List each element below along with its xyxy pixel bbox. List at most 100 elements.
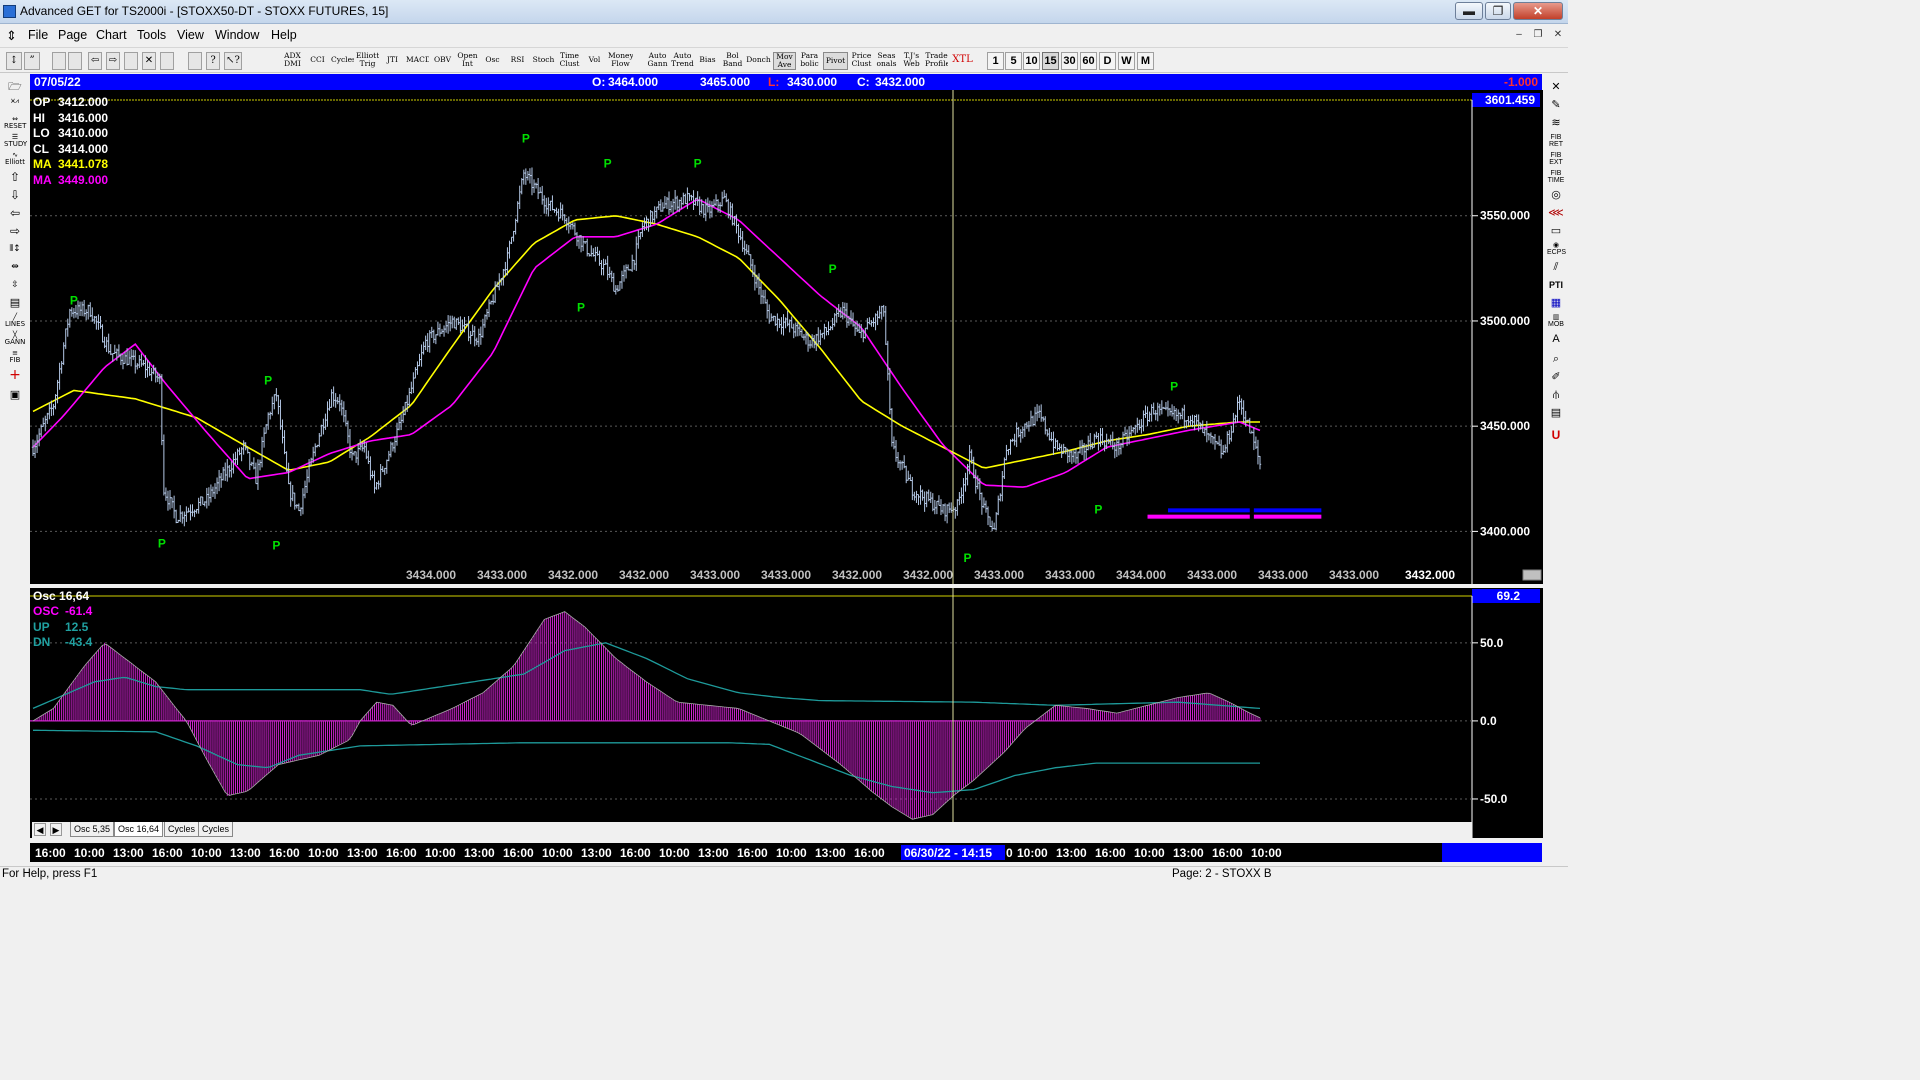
pivot-high-marker: P xyxy=(70,293,78,307)
tab-osc-5-35[interactable]: Osc 5,35 xyxy=(70,822,115,837)
time-label: 13:00 xyxy=(581,846,612,860)
time-label: 16:00 xyxy=(1095,846,1126,860)
time-axis-right-box xyxy=(1442,843,1542,862)
chart-area[interactable]: 07/05/22 O: 3464.000 3465.000 L: 3430.00… xyxy=(0,0,1568,882)
bottom-value-label: 3433.000 xyxy=(477,568,527,582)
time-label: 16:00 xyxy=(269,846,300,860)
tab-cycles-1[interactable]: Cycles xyxy=(164,822,200,837)
osc-dn-label: DN xyxy=(33,635,50,649)
time-label: 10:00 xyxy=(659,846,690,860)
info-hi-label: HI xyxy=(33,111,45,125)
tab-osc-16-64[interactable]: Osc 16,64 xyxy=(114,822,164,837)
bottom-value-label: 3432.000 xyxy=(548,568,598,582)
info-ma-slow-value: 3449.000 xyxy=(58,173,108,187)
time-label: 13:00 xyxy=(815,846,846,860)
projection-band-segment xyxy=(1147,514,1250,519)
osc-title: Osc 16,64 xyxy=(33,589,89,603)
header-high-value: 3465.000 xyxy=(700,75,750,89)
info-hi-value: 3416.000 xyxy=(58,111,108,125)
header-close-label: C: xyxy=(857,75,870,89)
bottom-value-label: 3433.000 xyxy=(1329,568,1379,582)
info-op-value: 3412.000 xyxy=(58,95,108,109)
bottom-value-label: 3432.000 xyxy=(903,568,953,582)
pivot-high-marker: P xyxy=(1170,380,1178,394)
pivot-low-marker: P xyxy=(158,536,166,550)
osc-tick-label: -50.0 xyxy=(1480,792,1508,806)
osc-up-label: UP xyxy=(33,620,50,634)
info-ma-fast-value: 3441.078 xyxy=(58,157,108,171)
projection-band-segment xyxy=(1253,508,1322,513)
info-lo-value: 3410.000 xyxy=(58,126,108,140)
pivot-high-marker: P xyxy=(264,373,272,387)
pivot-high-marker: P xyxy=(604,157,612,171)
price-tick-label: 3500.000 xyxy=(1480,314,1530,328)
time-label: 13:00 xyxy=(1173,846,1204,860)
projection-band-segment xyxy=(1167,508,1250,513)
header-close-value: 3432.000 xyxy=(875,75,925,89)
bottom-value-label: 3433.000 xyxy=(1187,568,1237,582)
header-low-label: L: xyxy=(768,75,779,89)
osc-top-value: 69.2 xyxy=(1497,589,1521,603)
info-ma-fast-label: MA xyxy=(33,157,52,171)
tab-cycles-2[interactable]: Cycles xyxy=(198,822,234,837)
bottom-value-label: 3433.000 xyxy=(1045,568,1095,582)
price-last-value: 3432.000 xyxy=(1405,568,1455,582)
panel-scroll-icon[interactable] xyxy=(1522,569,1542,581)
oscillator-panel[interactable] xyxy=(30,588,1543,838)
osc-tick-label: 0.0 xyxy=(1480,714,1497,728)
osc-label: OSC xyxy=(33,604,59,618)
pivot-high-marker: P xyxy=(694,157,702,171)
pivot-low-marker: P xyxy=(272,538,280,552)
time-label: 13:00 xyxy=(698,846,729,860)
time-label: 13:00 xyxy=(1056,846,1087,860)
price-header-bar xyxy=(30,74,1542,90)
time-label: 10:00 xyxy=(1251,846,1282,860)
time-label: 10:00 xyxy=(1017,846,1048,860)
bottom-value-label: 3434.000 xyxy=(1116,568,1166,582)
status-page: Page: 2 - STOXX B xyxy=(1172,868,1272,880)
info-op-label: OP xyxy=(33,95,50,109)
header-change: -1.000 xyxy=(1504,75,1538,89)
bottom-value-label: 3432.000 xyxy=(832,568,882,582)
time-label: 10:00 xyxy=(74,846,105,860)
time-label: 16:00 xyxy=(1212,846,1243,860)
header-date: 07/05/22 xyxy=(34,75,81,89)
osc-value: -61.4 xyxy=(65,604,93,618)
time-label: 16:00 xyxy=(35,846,66,860)
time-label: 13:00 xyxy=(464,846,495,860)
time-label: 10:00 xyxy=(308,846,339,860)
pivot-high-marker: P xyxy=(829,262,837,276)
pivot-low-marker: P xyxy=(964,551,972,565)
time-label: 16:00 xyxy=(620,846,651,860)
time-label: 10:00 xyxy=(425,846,456,860)
projection-band-segment xyxy=(1253,514,1322,519)
tab-next-button[interactable]: ▶ xyxy=(50,823,62,836)
info-ma-slow-label: MA xyxy=(33,173,52,187)
bottom-value-label: 3433.000 xyxy=(690,568,740,582)
time-label: 10:00 xyxy=(1134,846,1165,860)
pivot-low-marker: P xyxy=(1094,503,1102,517)
pivot-high-marker: P xyxy=(522,131,530,145)
app-window: Advanced GET for TS2000i - [STOXX50-DT -… xyxy=(0,0,1568,882)
tab-prev-button[interactable]: ◀ xyxy=(34,823,46,836)
bottom-value-label: 3432.000 xyxy=(619,568,669,582)
study-tabs: ◀ ▶ Osc 5,35 Osc 16,64 Cycles Cycles xyxy=(32,822,1472,838)
time-label: 13:00 xyxy=(113,846,144,860)
status-bar: For Help, press F1 Page: 2 - STOXX B xyxy=(0,866,1568,882)
header-open-label: O: xyxy=(592,75,605,89)
panel-separator[interactable] xyxy=(30,584,1543,588)
time-cursor-label: 06/30/22 - 14:15 xyxy=(904,846,992,860)
info-cl-value: 3414.000 xyxy=(58,142,108,156)
time-label: 16:00 xyxy=(737,846,768,860)
header-open-value: 3464.000 xyxy=(608,75,658,89)
time-label: 16:00 xyxy=(503,846,534,860)
time-label: 13:00 xyxy=(347,846,378,860)
bottom-value-label: 3434.000 xyxy=(406,568,456,582)
price-tick-label: 3550.000 xyxy=(1480,209,1530,223)
osc-dn-value: -43.4 xyxy=(65,635,93,649)
osc-tick-label: 50.0 xyxy=(1480,636,1504,650)
time-label: 10:00 xyxy=(542,846,573,860)
status-help: For Help, press F1 xyxy=(2,868,98,880)
bottom-value-label: 3433.000 xyxy=(1258,568,1308,582)
osc-up-value: 12.5 xyxy=(65,620,89,634)
